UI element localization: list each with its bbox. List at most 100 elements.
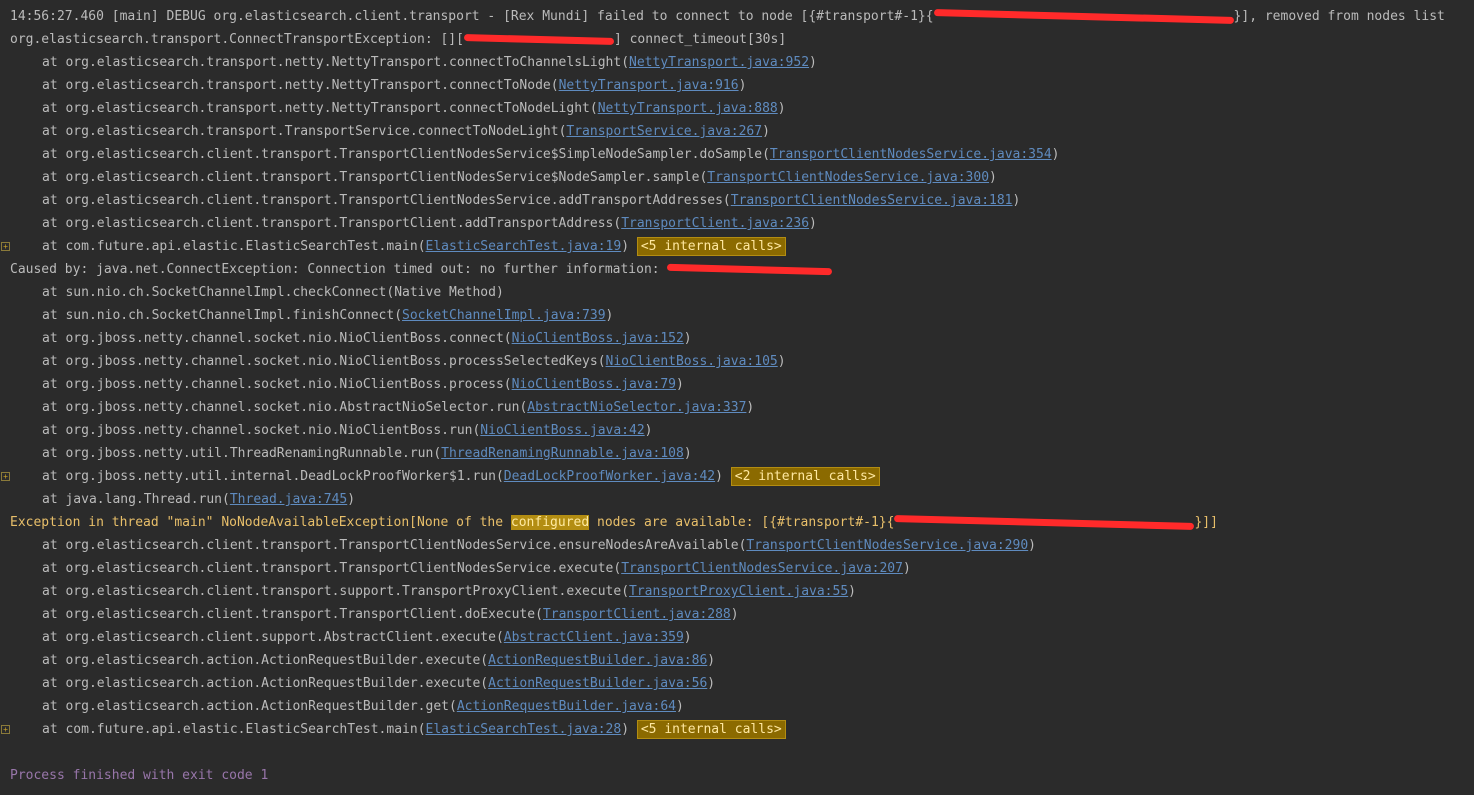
source-link[interactable]: ElasticSearchTest.java:28 [426, 722, 622, 737]
source-link[interactable]: NettyTransport.java:952 [629, 55, 809, 70]
stack-frame: at org.jboss.netty.channel.socket.nio.Ni… [42, 354, 786, 369]
stack-frame: at org.elasticsearch.transport.netty.Net… [42, 101, 786, 116]
search-highlight: configured [510, 515, 590, 530]
frame-method: at org.elasticsearch.transport.Transport… [42, 124, 559, 139]
frame-method: at org.jboss.netty.channel.socket.nio.Ni… [42, 423, 473, 438]
exception-middle: nodes are available: [{#transport#-1}{ [589, 515, 895, 530]
source-link[interactable]: TransportService.java:267 [566, 124, 762, 139]
frame-method: at org.jboss.netty.channel.socket.nio.Ab… [42, 400, 520, 415]
frame-method: at org.elasticsearch.client.transport.su… [42, 584, 622, 599]
stack-frame: at org.jboss.netty.util.ThreadRenamingRu… [42, 446, 692, 461]
frame-method: at com.future.api.elastic.ElasticSearchT… [42, 239, 418, 254]
source-link[interactable]: ActionRequestBuilder.java:64 [457, 699, 676, 714]
internal-calls-badge[interactable]: <2 internal calls> [730, 467, 880, 486]
source-link[interactable]: NioClientBoss.java:152 [512, 331, 684, 346]
source-link[interactable]: NettyTransport.java:916 [559, 78, 739, 93]
stack-frame: at org.elasticsearch.client.transport.Tr… [42, 170, 997, 185]
frame-method: at org.elasticsearch.transport.netty.Net… [42, 101, 590, 116]
stack-frame: at sun.nio.ch.SocketChannelImpl.checkCon… [0, 281, 1474, 304]
frame-method: at org.jboss.netty.channel.socket.nio.Ni… [42, 354, 598, 369]
frame-method: at org.elasticsearch.client.transport.Tr… [42, 170, 700, 185]
stack-frame: at org.elasticsearch.client.transport.Tr… [42, 216, 817, 231]
source-link[interactable]: AbstractNioSelector.java:337 [527, 400, 746, 415]
internal-calls-badge[interactable]: <5 internal calls> [636, 237, 786, 256]
source-link[interactable]: NioClientBoss.java:79 [512, 377, 676, 392]
stack-frame: + at com.future.api.elastic.ElasticSearch… [0, 718, 1474, 741]
frame-method: at org.elasticsearch.transport.netty.Net… [42, 78, 551, 93]
frame-method: at org.elasticsearch.client.transport.Tr… [42, 147, 763, 162]
frame-method: at sun.nio.ch.SocketChannelImpl.finishCo… [42, 308, 395, 323]
expand-fold-icon[interactable]: + [1, 242, 10, 251]
source-link[interactable]: DeadLockProofWorker.java:42 [504, 469, 715, 484]
exit-message: Process finished with exit code 1 [10, 768, 269, 783]
redaction-mark [933, 9, 1234, 24]
source-link[interactable]: TransportClientNodesService.java:300 [707, 170, 989, 185]
stack-frame: at org.elasticsearch.client.transport.Tr… [42, 607, 739, 622]
source-link[interactable]: NettyTransport.java:888 [598, 101, 778, 116]
source-link[interactable]: TransportClientNodesService.java:181 [731, 193, 1013, 208]
expand-fold-icon[interactable]: + [1, 725, 10, 734]
stack-frame: at org.elasticsearch.client.support.Abst… [42, 630, 692, 645]
header-suffix: }], removed from nodes list [1233, 9, 1445, 24]
frame-method: at org.elasticsearch.client.support.Abst… [42, 630, 496, 645]
expand-fold-icon[interactable]: + [1, 472, 10, 481]
stack-frame: at sun.nio.ch.SocketChannelImpl.finishCo… [42, 308, 614, 323]
source-link[interactable]: TransportClientNodesService.java:290 [746, 538, 1028, 553]
source-link[interactable]: ElasticSearchTest.java:19 [426, 239, 622, 254]
frame-method: at org.elasticsearch.action.ActionReques… [42, 676, 481, 691]
frame-method: at org.elasticsearch.client.transport.Tr… [42, 538, 739, 553]
source-link[interactable]: SocketChannelImpl.java:739 [402, 308, 606, 323]
stack-trace-2: at sun.nio.ch.SocketChannelImpl.checkCon… [0, 281, 1474, 511]
frame-method: at org.elasticsearch.client.transport.Tr… [42, 193, 723, 208]
source-link[interactable]: Thread.java:745 [230, 492, 347, 507]
source-link[interactable]: TransportClient.java:236 [621, 216, 809, 231]
frame-method: at java.lang.Thread.run [42, 492, 223, 507]
frame-method: at org.elasticsearch.action.ActionReques… [42, 699, 449, 714]
stack-trace-3: at org.elasticsearch.client.transport.Tr… [0, 534, 1474, 741]
source-link[interactable]: TransportClientNodesService.java:354 [770, 147, 1052, 162]
caused-by-line: Caused by: java.net.ConnectException: Co… [0, 258, 1474, 281]
frame-method: at org.jboss.netty.channel.socket.nio.Ni… [42, 377, 504, 392]
frame-method: at org.elasticsearch.action.ActionReques… [42, 653, 481, 668]
console-output: 14:56:27.460 [main] DEBUG org.elasticsea… [0, 0, 1474, 795]
source-link[interactable]: ThreadRenamingRunnable.java:108 [441, 446, 684, 461]
source-link[interactable]: NioClientBoss.java:42 [480, 423, 644, 438]
source-link[interactable]: ActionRequestBuilder.java:86 [488, 653, 707, 668]
main-exception-line: Exception in thread "main" NoNodeAvailab… [0, 511, 1474, 534]
exception-suffix: }]] [1194, 515, 1218, 530]
frame-method: at sun.nio.ch.SocketChannelImpl.checkCon… [42, 285, 387, 300]
stack-frame: at org.elasticsearch.action.ActionReques… [42, 676, 716, 691]
frame-method: at com.future.api.elastic.ElasticSearchT… [42, 722, 418, 737]
stack-frame: at org.elasticsearch.client.transport.su… [42, 584, 856, 599]
stack-trace-1: at org.elasticsearch.transport.netty.Net… [0, 51, 1474, 258]
frame-native: (Native Method) [386, 285, 504, 300]
stack-frame: + at com.future.api.elastic.ElasticSearch… [0, 235, 1474, 258]
source-link[interactable]: TransportClientNodesService.java:207 [621, 561, 903, 576]
header-prefix: 14:56:27.460 [main] DEBUG org.elasticsea… [10, 9, 934, 24]
frame-method: at org.elasticsearch.transport.netty.Net… [42, 55, 622, 70]
source-link[interactable]: ActionRequestBuilder.java:56 [488, 676, 707, 691]
stack-frame: at org.elasticsearch.transport.netty.Net… [42, 78, 747, 93]
stack-frame: at org.elasticsearch.transport.Transport… [42, 124, 770, 139]
exception-prefix: org.elasticsearch.transport.ConnectTrans… [10, 32, 464, 47]
stack-frame: + at org.jboss.netty.util.internal.DeadLo… [0, 465, 1474, 488]
source-link[interactable]: TransportClient.java:288 [543, 607, 731, 622]
stack-frame: at org.elasticsearch.transport.netty.Net… [42, 55, 817, 70]
stack-frame: at org.jboss.netty.channel.socket.nio.Ni… [42, 423, 653, 438]
source-link[interactable]: NioClientBoss.java:105 [606, 354, 778, 369]
stack-frame: at org.elasticsearch.client.transport.Tr… [42, 538, 1036, 553]
stack-frame: at org.elasticsearch.client.transport.Tr… [42, 193, 1021, 208]
stack-frame: at org.elasticsearch.client.transport.Tr… [42, 561, 911, 576]
frame-method: at org.elasticsearch.client.transport.Tr… [42, 216, 614, 231]
internal-calls-badge[interactable]: <5 internal calls> [636, 720, 786, 739]
stack-frame: at org.elasticsearch.client.transport.Tr… [42, 147, 1060, 162]
frame-method: at org.jboss.netty.util.internal.DeadLoc… [42, 469, 496, 484]
source-link[interactable]: AbstractClient.java:359 [504, 630, 684, 645]
stack-frame: at java.lang.Thread.run(Thread.java:745) [42, 492, 356, 507]
frame-method: at org.jboss.netty.channel.socket.nio.Ni… [42, 331, 504, 346]
redaction-mark [667, 263, 833, 276]
source-link[interactable]: TransportProxyClient.java:55 [629, 584, 848, 599]
log-line-header: 14:56:27.460 [main] DEBUG org.elasticsea… [0, 5, 1474, 28]
frame-method: at org.elasticsearch.client.transport.Tr… [42, 607, 536, 622]
